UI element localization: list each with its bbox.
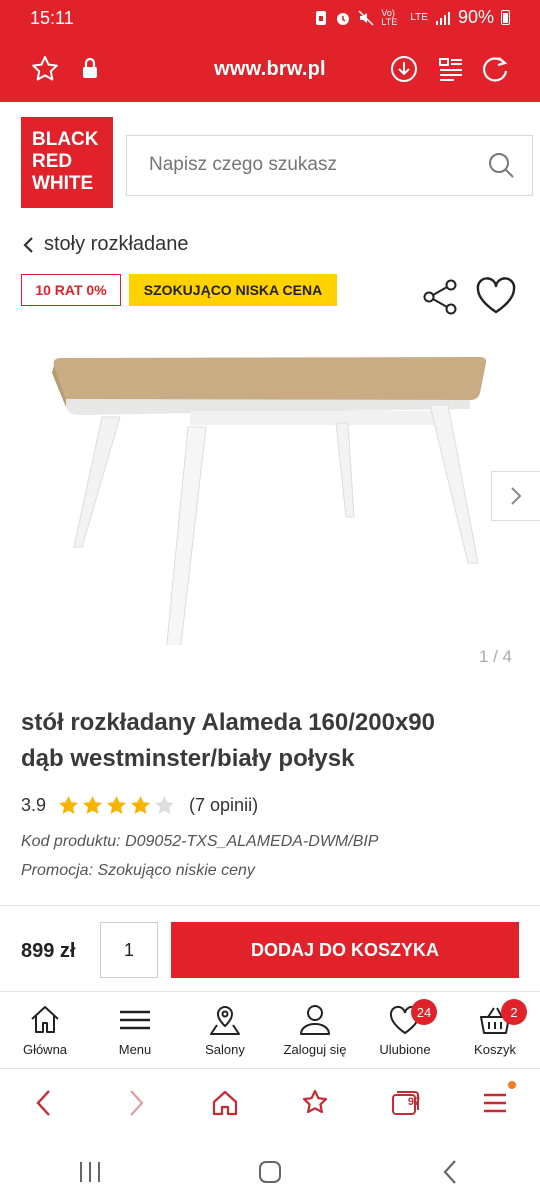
browser-forward-button[interactable]: [90, 1070, 180, 1136]
installments-badge: 10 RAT 0%: [21, 274, 121, 306]
product-title-line-1: stół rozkładany Alameda 160/200x90: [21, 709, 435, 736]
nav-item-login[interactable]: Zaloguj się: [270, 992, 360, 1068]
rating-value: 3.9: [21, 795, 47, 815]
back-arrow-icon: [36, 1090, 50, 1116]
map-pin-icon: [210, 1005, 240, 1035]
menu-icon: [120, 1010, 150, 1030]
nav-label-login: Zaloguj się: [283, 1042, 347, 1057]
product-title-line-2: dąb westminster/biały połysk: [21, 745, 355, 772]
add-to-cart-button[interactable]: DODAJ DO KOSZYKA: [171, 922, 519, 978]
browser-home-button[interactable]: [180, 1070, 270, 1136]
menu-icon: [484, 1093, 506, 1113]
browser-toolbar: 97: [0, 1070, 540, 1136]
nav-item-home[interactable]: Główna: [0, 992, 90, 1068]
network-label-2: LTE: [410, 12, 428, 23]
search-input[interactable]: [149, 154, 469, 176]
star-icon: [107, 796, 126, 814]
download-icon[interactable]: [389, 54, 419, 84]
home-icon: [212, 1090, 238, 1116]
product-image[interactable]: [40, 345, 500, 645]
nav-item-cart[interactable]: Koszyk 2: [450, 992, 540, 1068]
gallery-counter: 1 / 4: [478, 647, 512, 666]
system-back-button[interactable]: [360, 1140, 540, 1204]
breadcrumb-label[interactable]: stoły rozkładane: [44, 233, 189, 256]
system-home-button[interactable]: [180, 1140, 360, 1204]
alarm-icon: [337, 12, 350, 25]
cart-count-badge: 2: [501, 999, 527, 1025]
product-gallery[interactable]: [0, 325, 540, 685]
search-icon[interactable]: [486, 150, 516, 180]
network-label-1: Vo) LTE: [381, 7, 398, 27]
system-back-icon: [443, 1160, 456, 1184]
status-time: 15:11: [30, 8, 74, 28]
nav-item-stores[interactable]: Salony: [180, 992, 270, 1068]
browser-bookmarks-button[interactable]: [270, 1070, 360, 1136]
breadcrumb[interactable]: stoły rozkładane: [22, 233, 189, 256]
star-empty-icon: [155, 796, 174, 814]
browser-tabs-button[interactable]: 97: [360, 1070, 450, 1136]
battery-icon: [501, 10, 510, 25]
star-icon: [83, 796, 102, 814]
url-bar[interactable]: www.brw.pl: [0, 46, 540, 92]
mute-icon: [358, 9, 374, 26]
product-price: 899 zł: [21, 940, 76, 962]
reader-icon[interactable]: [436, 54, 466, 84]
chevron-right-icon: [511, 487, 522, 505]
promo-badge: SZOKUJĄCO NISKA CENA: [129, 274, 337, 306]
forward-arrow-icon: [130, 1090, 144, 1116]
favorites-count-badge: 24: [411, 999, 437, 1025]
notification-dot: [508, 1081, 516, 1089]
rating-row: 3.9 (7 opinii): [21, 795, 258, 816]
nav-label-cart: Koszyk: [474, 1042, 516, 1057]
product-code: Kod produktu: D09052-TXS_ALAMEDA-DWM/BIP: [21, 833, 379, 850]
status-bar: 15:11 Vo) LTE LTE 90%: [0, 0, 540, 36]
product-title: stół rozkładany Alameda 160/200x90 dąb w…: [21, 705, 521, 777]
logo-line-1: BLACK: [32, 129, 99, 150]
lock-screen-icon: [316, 10, 327, 25]
favorite-heart-icon[interactable]: [475, 276, 517, 316]
browser-menu-button[interactable]: [450, 1070, 540, 1136]
gallery-next-button[interactable]: [491, 471, 540, 521]
system-nav-bar: [0, 1140, 540, 1204]
status-icons: Vo) LTE LTE 90%: [314, 7, 510, 28]
signal-icon: [435, 11, 450, 25]
star-icon: [59, 796, 78, 814]
recent-apps-button[interactable]: [0, 1140, 180, 1204]
nav-label-menu: Menu: [118, 1042, 152, 1057]
nav-label-stores: Salony: [205, 1042, 245, 1057]
logo-line-2: RED: [32, 151, 73, 172]
browser-chrome: 15:11 Vo) LTE LTE 90% www.brw.pl: [0, 0, 540, 102]
nav-item-menu[interactable]: Menu: [90, 992, 180, 1068]
user-icon: [300, 1005, 330, 1035]
recent-apps-icon: [80, 1162, 100, 1182]
bookmarks-star-icon: [302, 1089, 328, 1114]
chevron-left-icon: [23, 236, 33, 253]
brand-logo[interactable]: BLACK RED WHITE: [21, 117, 113, 208]
reload-icon[interactable]: [481, 54, 511, 84]
nav-item-favorites[interactable]: Ulubione 24: [360, 992, 450, 1068]
nav-label-favorites: Ulubione: [379, 1042, 431, 1057]
home-icon: [31, 1006, 59, 1033]
share-icon[interactable]: [421, 278, 459, 316]
site-bottom-nav: Główna Menu Salony Zaloguj się Ulubione …: [0, 991, 540, 1069]
search-box[interactable]: [126, 135, 533, 196]
tabs-count: 97: [407, 1096, 421, 1108]
logo-line-3: WHITE: [32, 173, 94, 194]
system-home-icon: [259, 1161, 281, 1183]
browser-back-button[interactable]: [0, 1070, 90, 1136]
quantity-input[interactable]: [100, 922, 158, 978]
rating-stars: [58, 795, 175, 816]
star-icon: [131, 796, 150, 814]
buy-bar: 899 zł DODAJ DO KOSZYKA: [0, 905, 540, 991]
product-promotion: Promocja: Szokująco niskie ceny: [21, 862, 255, 879]
reviews-link[interactable]: (7 opinii): [189, 795, 258, 816]
nav-label-home: Główna: [22, 1042, 68, 1057]
battery-percent: 90%: [457, 7, 494, 27]
